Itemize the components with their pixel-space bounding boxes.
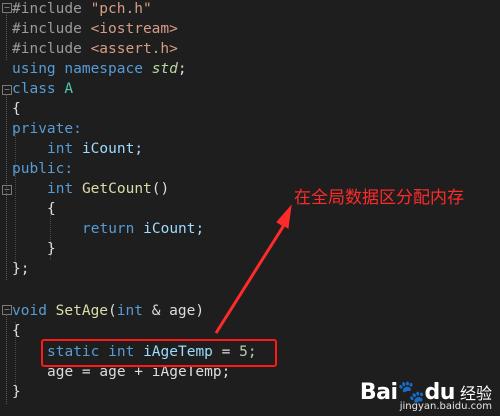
baidu-jingyan-watermark: Bai🐾du 经验 jingyan.baidu.com — [360, 380, 492, 412]
code-editor[interactable]: − − − − #include "pch.h" #include <iostr… — [0, 0, 500, 416]
annotation-text: 在全局数据区分配内存 — [294, 188, 464, 208]
watermark-logo: Bai — [359, 380, 398, 405]
arrow-icon — [214, 204, 292, 334]
